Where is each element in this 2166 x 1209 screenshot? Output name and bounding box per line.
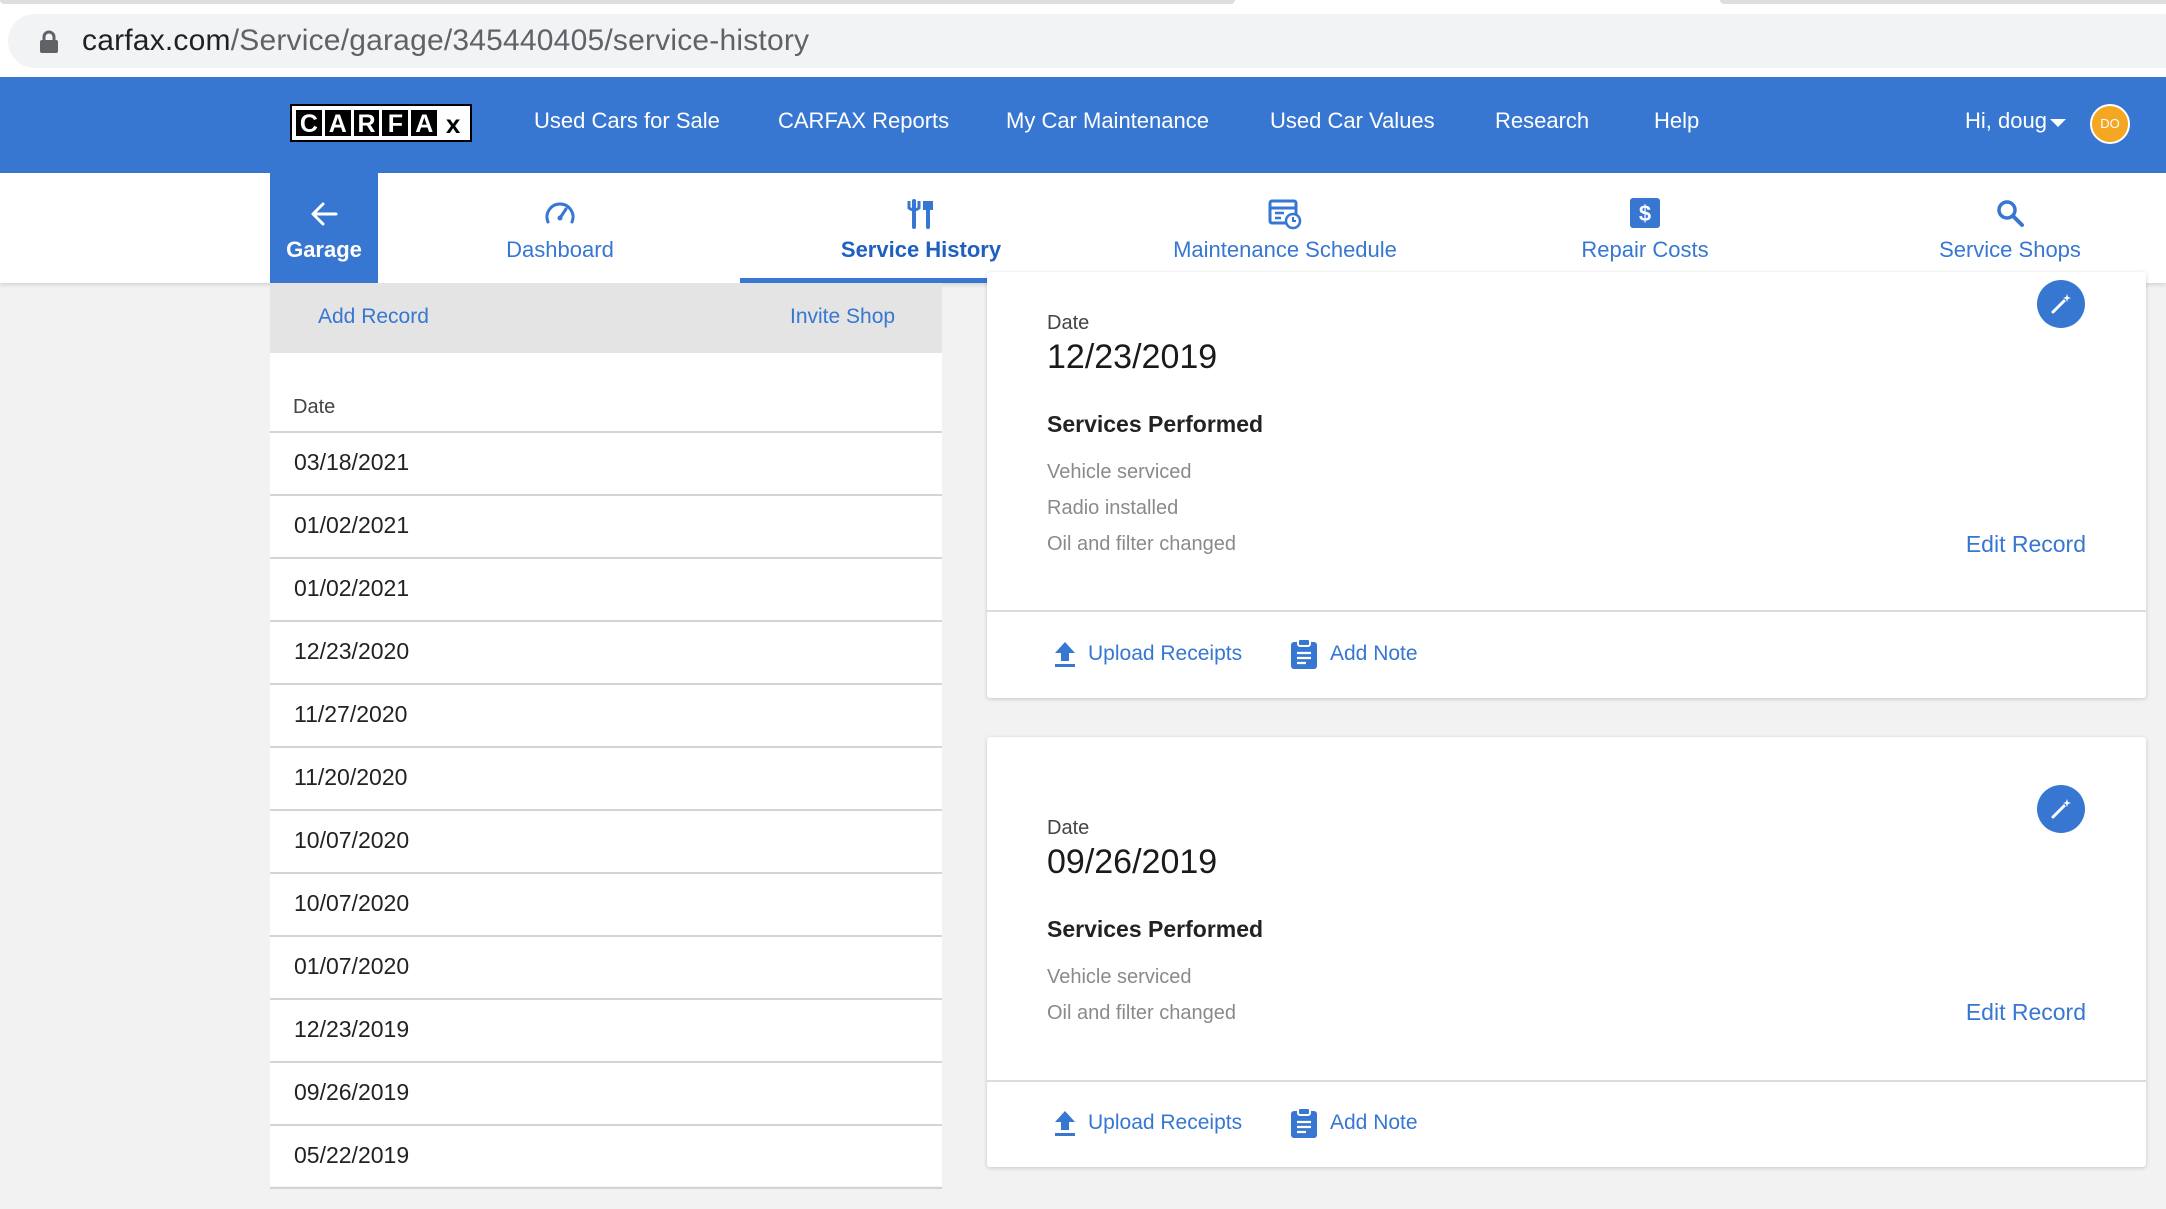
lock-icon bbox=[40, 30, 58, 53]
nav-used-cars[interactable]: Used Cars for Sale bbox=[534, 108, 720, 134]
list-item[interactable]: 11/20/2020 bbox=[270, 746, 942, 809]
list-item[interactable]: 10/07/2020 bbox=[270, 809, 942, 872]
nav-carfax-reports[interactable]: CARFAX Reports bbox=[778, 108, 949, 134]
list-item[interactable]: 12/23/2020 bbox=[270, 620, 942, 683]
service-item: Vehicle serviced bbox=[1047, 966, 1192, 988]
url-host: carfax.com bbox=[82, 24, 231, 57]
nav-research[interactable]: Research bbox=[1495, 108, 1589, 134]
upload-receipts-button[interactable]: Upload Receipts bbox=[1088, 1111, 1242, 1135]
service-item: Radio installed bbox=[1047, 497, 1179, 519]
search-icon bbox=[1997, 200, 2024, 227]
chevron-down-icon[interactable] bbox=[2050, 119, 2066, 127]
clipboard-icon[interactable] bbox=[1290, 1107, 1318, 1139]
magic-wand-icon bbox=[2051, 294, 2071, 314]
tab-maintenance-schedule[interactable]: Maintenance Schedule bbox=[1160, 173, 1410, 283]
nav-used-car-values[interactable]: Used Car Values bbox=[1270, 108, 1435, 134]
service-date-list-panel: Add Record Invite Shop Date 03/18/2021 0… bbox=[270, 283, 942, 1189]
url-path: /Service/garage/345440405/service-histor… bbox=[230, 24, 810, 57]
clipboard-icon[interactable] bbox=[1290, 638, 1318, 670]
speedometer-icon bbox=[545, 202, 575, 224]
list-item[interactable]: 11/27/2020 bbox=[270, 683, 942, 746]
card-divider bbox=[987, 1080, 2146, 1082]
record-date: 12/23/2019 bbox=[1047, 338, 1218, 376]
record-date-label: Date bbox=[1047, 312, 1090, 334]
invite-shop-button[interactable]: Invite Shop bbox=[790, 305, 895, 329]
logo-letter: R bbox=[353, 110, 380, 138]
tab-label: Service Shops bbox=[1939, 237, 2081, 262]
service-record-card: Date 09/26/2019 Services Performed Vehic… bbox=[987, 737, 2146, 1167]
services-performed-title: Services Performed bbox=[1047, 411, 1264, 437]
add-note-button[interactable]: Add Note bbox=[1330, 642, 1418, 666]
tab-dashboard[interactable]: Dashboard bbox=[460, 173, 660, 283]
list-item[interactable]: 09/26/2019 bbox=[270, 1061, 942, 1124]
logo-letter: x bbox=[440, 110, 466, 138]
add-record-button[interactable]: Add Record bbox=[318, 305, 429, 329]
list-item[interactable]: 01/02/2021 bbox=[270, 557, 942, 620]
top-navigation: C A R F A x Used Cars for Sale CARFAX Re… bbox=[0, 77, 2166, 173]
user-greeting[interactable]: Hi, doug bbox=[1965, 108, 2047, 134]
logo-letter: F bbox=[382, 110, 409, 138]
services-performed-title: Services Performed bbox=[1047, 916, 1264, 942]
tab-label: Service History bbox=[840, 237, 1002, 262]
avatar[interactable]: DO bbox=[2090, 104, 2130, 144]
browser-address-bar: carfax.com/Service/garage/345440405/serv… bbox=[0, 0, 2166, 77]
list-item[interactable]: 03/18/2021 bbox=[270, 431, 942, 494]
tab-label: Repair Costs bbox=[1581, 237, 1709, 262]
logo-letter: A bbox=[324, 110, 351, 138]
tools-icon bbox=[907, 199, 933, 229]
edit-record-link[interactable]: Edit Record bbox=[1966, 999, 2086, 1026]
tab-label: Dashboard bbox=[506, 237, 614, 262]
tab-service-shops[interactable]: Service Shops bbox=[1895, 173, 2125, 283]
magic-wand-icon bbox=[2051, 799, 2071, 819]
nav-help[interactable]: Help bbox=[1654, 108, 1699, 134]
service-item: Oil and filter changed bbox=[1047, 1002, 1237, 1024]
upload-icon[interactable] bbox=[1053, 640, 1077, 668]
edit-record-fab[interactable] bbox=[2037, 785, 2085, 833]
url-field[interactable]: carfax.com/Service/garage/345440405/serv… bbox=[8, 14, 2166, 68]
garage-label: Garage bbox=[286, 237, 362, 262]
date-list: 03/18/2021 01/02/2021 01/02/2021 12/23/2… bbox=[270, 431, 942, 1209]
service-item: Oil and filter changed bbox=[1047, 533, 1237, 555]
record-date: 09/26/2019 bbox=[1047, 843, 1218, 881]
list-action-bar: Add Record Invite Shop bbox=[270, 283, 942, 353]
logo-letter: C bbox=[296, 110, 322, 138]
browser-tab-strip bbox=[0, 0, 1235, 4]
list-item[interactable]: 12/23/2019 bbox=[270, 998, 942, 1061]
list-item[interactable]: 01/07/2020 bbox=[270, 935, 942, 998]
date-column-header: Date bbox=[293, 396, 336, 418]
nav-my-car-maintenance[interactable]: My Car Maintenance bbox=[1006, 108, 1209, 134]
dollar-icon: $ bbox=[1630, 198, 1660, 228]
tab-repair-costs[interactable]: $ Repair Costs bbox=[1545, 173, 1745, 283]
add-note-button[interactable]: Add Note bbox=[1330, 1111, 1418, 1135]
url-text: carfax.com/Service/garage/345440405/serv… bbox=[82, 24, 809, 58]
service-item: Vehicle serviced bbox=[1047, 461, 1192, 483]
record-date-label: Date bbox=[1047, 817, 1090, 839]
tab-service-history[interactable]: Service History bbox=[740, 173, 1102, 283]
list-item[interactable]: 10/07/2020 bbox=[270, 872, 942, 935]
schedule-icon bbox=[1268, 199, 1302, 230]
back-to-garage-button[interactable]: Garage bbox=[270, 173, 378, 283]
list-item bbox=[270, 1187, 942, 1209]
garage-subnav: Garage Dashboard Service History Mainten… bbox=[0, 173, 2166, 283]
svg-text:$: $ bbox=[1639, 201, 1651, 226]
logo-letter: A bbox=[411, 110, 438, 138]
edit-record-link[interactable]: Edit Record bbox=[1966, 531, 2086, 558]
list-item[interactable]: 01/02/2021 bbox=[270, 494, 942, 557]
tab-label: Maintenance Schedule bbox=[1173, 237, 1397, 262]
carfax-logo[interactable]: C A R F A x bbox=[290, 104, 472, 142]
list-item[interactable]: 05/22/2019 bbox=[270, 1124, 942, 1187]
arrow-left-icon bbox=[311, 202, 338, 226]
upload-receipts-button[interactable]: Upload Receipts bbox=[1088, 642, 1242, 666]
upload-icon[interactable] bbox=[1053, 1109, 1077, 1137]
browser-tab-strip-right bbox=[1720, 0, 2166, 4]
service-record-card: Date 12/23/2019 Services Performed Vehic… bbox=[987, 272, 2146, 698]
edit-record-fab[interactable] bbox=[2037, 280, 2085, 328]
card-divider bbox=[987, 610, 2146, 612]
